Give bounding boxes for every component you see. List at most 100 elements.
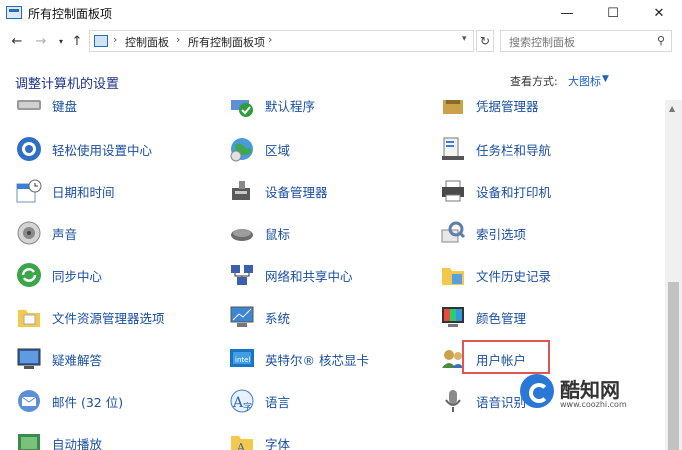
search-icon[interactable]: ⚲: [657, 34, 665, 47]
breadcrumb-control-panel[interactable]: 控制面板: [125, 34, 169, 50]
item-file-history[interactable]: 文件历史记录: [440, 260, 551, 290]
item-ease-of-access[interactable]: 轻松使用设置中心: [16, 134, 152, 164]
watermark-brand: 酷知网: [560, 378, 620, 402]
item-system[interactable]: 系统: [229, 302, 290, 332]
item-mail[interactable]: 邮件 (32 位): [16, 386, 123, 416]
taskbar-icon: [440, 136, 466, 162]
region-icon: [229, 136, 255, 162]
item-autoplay[interactable]: 自动播放: [16, 428, 102, 450]
item-label: 自动播放: [52, 436, 103, 450]
item-label: 任务栏和导航: [476, 142, 552, 158]
item-region[interactable]: 区域: [229, 134, 290, 164]
default-programs-icon: [229, 100, 255, 118]
device-manager-icon: [229, 178, 255, 204]
search-box[interactable]: ⚲: [500, 30, 672, 52]
path-dropdown-icon[interactable]: ▾: [462, 34, 467, 44]
item-taskbar-navigation[interactable]: 任务栏和导航: [440, 134, 551, 164]
minimize-button[interactable]: —: [544, 0, 590, 26]
item-label: 默认程序: [265, 100, 316, 114]
watermark: 酷知网 www.coozhi.com: [520, 372, 650, 412]
autoplay-icon: [16, 430, 42, 450]
ease-of-access-icon: [16, 136, 42, 162]
highlight-box: [462, 340, 550, 374]
refresh-icon[interactable]: ↻: [476, 30, 494, 52]
page-title: 调整计算机的设置: [15, 77, 120, 92]
item-keyboard[interactable]: 键盘: [16, 100, 77, 120]
network-icon: [229, 262, 255, 288]
item-color-management[interactable]: 颜色管理: [440, 302, 526, 332]
item-label: 文件资源管理器选项: [52, 310, 165, 326]
view-by-label: 查看方式:: [510, 75, 558, 88]
breadcrumb-all-items[interactable]: 所有控制面板项: [188, 34, 265, 50]
item-file-explorer-options[interactable]: 文件资源管理器选项: [16, 302, 165, 332]
scroll-up-icon[interactable]: ▲: [669, 104, 675, 113]
close-button[interactable]: ✕: [636, 0, 682, 26]
item-label: 鼠标: [265, 226, 291, 242]
item-label: 文件历史记录: [476, 268, 552, 284]
svg-text:字: 字: [243, 401, 252, 413]
svg-text:A: A: [236, 441, 246, 450]
path-separator-icon[interactable]: ›: [176, 33, 180, 46]
item-label: 语音识别: [476, 394, 527, 410]
item-label: 凭据管理器: [476, 100, 539, 114]
item-label: 轻松使用设置中心: [52, 142, 153, 158]
forward-arrow-icon[interactable]: →: [32, 32, 50, 50]
sound-icon: [16, 220, 42, 246]
color-management-icon: [440, 304, 466, 330]
item-date-time[interactable]: 日期和时间: [16, 176, 115, 206]
maximize-button[interactable]: ☐: [590, 0, 636, 26]
vertical-scrollbar[interactable]: ▲: [665, 100, 682, 450]
item-device-manager[interactable]: 设备管理器: [229, 176, 328, 206]
item-intel-graphics[interactable]: intel 英特尔® 核芯显卡: [229, 344, 369, 374]
troubleshooting-icon: [16, 346, 42, 372]
file-history-icon: [440, 262, 466, 288]
item-label: 疑难解答: [52, 352, 103, 368]
item-label: 区域: [265, 142, 291, 158]
path-box[interactable]: › 控制面板 › 所有控制面板项 ›: [89, 30, 474, 52]
item-troubleshooting[interactable]: 疑难解答: [16, 344, 102, 374]
back-arrow-icon[interactable]: ←: [8, 32, 26, 50]
item-label: 网络和共享中心: [265, 268, 353, 284]
sync-center-icon: [16, 262, 42, 288]
svg-text:intel: intel: [235, 356, 250, 364]
control-panel-path-icon: [94, 35, 108, 47]
path-separator-icon[interactable]: ›: [268, 33, 272, 46]
item-label: 语言: [265, 394, 291, 410]
up-arrow-icon[interactable]: ↑: [68, 32, 86, 50]
view-by-dropdown[interactable]: 大图标: [568, 73, 601, 89]
item-fonts[interactable]: A 字体: [229, 428, 290, 450]
address-bar: ← → ▾ ↑ › 控制面板 › 所有控制面板项 › ▾ ↻ ⚲: [0, 28, 682, 54]
search-input[interactable]: [507, 32, 651, 52]
item-speech-recognition[interactable]: 语音识别: [440, 386, 526, 416]
mouse-icon: [229, 220, 255, 246]
item-devices-printers[interactable]: 设备和打印机: [440, 176, 551, 206]
item-default-programs[interactable]: 默认程序: [229, 100, 315, 120]
item-label: 声音: [52, 226, 78, 242]
item-label: 英特尔® 核芯显卡: [265, 352, 369, 368]
watermark-url: www.coozhi.com: [560, 400, 627, 409]
system-icon: [229, 304, 255, 330]
speech-recognition-icon: [440, 388, 466, 414]
control-panel-app-icon: [6, 6, 22, 19]
path-separator-icon[interactable]: ›: [113, 33, 117, 46]
item-label: 颜色管理: [476, 310, 527, 326]
credential-manager-icon: [440, 100, 466, 118]
item-label: 索引选项: [476, 226, 527, 242]
item-indexing-options[interactable]: 索引选项: [440, 218, 526, 248]
scrollbar-thumb[interactable]: [668, 282, 679, 450]
item-mouse[interactable]: 鼠标: [229, 218, 290, 248]
item-sound[interactable]: 声音: [16, 218, 77, 248]
indexing-icon: [440, 220, 466, 246]
item-language[interactable]: A字 语言: [229, 386, 290, 416]
mail-icon: [16, 388, 42, 414]
item-label: 日期和时间: [52, 184, 115, 200]
date-time-icon: [16, 178, 42, 204]
window-title: 所有控制面板项: [28, 7, 113, 21]
item-label: 键盘: [52, 100, 78, 114]
item-credential-manager[interactable]: 凭据管理器: [440, 100, 539, 120]
item-label: 设备和打印机: [476, 184, 552, 200]
item-sync-center[interactable]: 同步中心: [16, 260, 102, 290]
keyboard-icon: [16, 100, 42, 118]
item-network-sharing[interactable]: 网络和共享中心: [229, 260, 353, 290]
view-by-chevron-icon[interactable]: ▼: [602, 74, 609, 84]
